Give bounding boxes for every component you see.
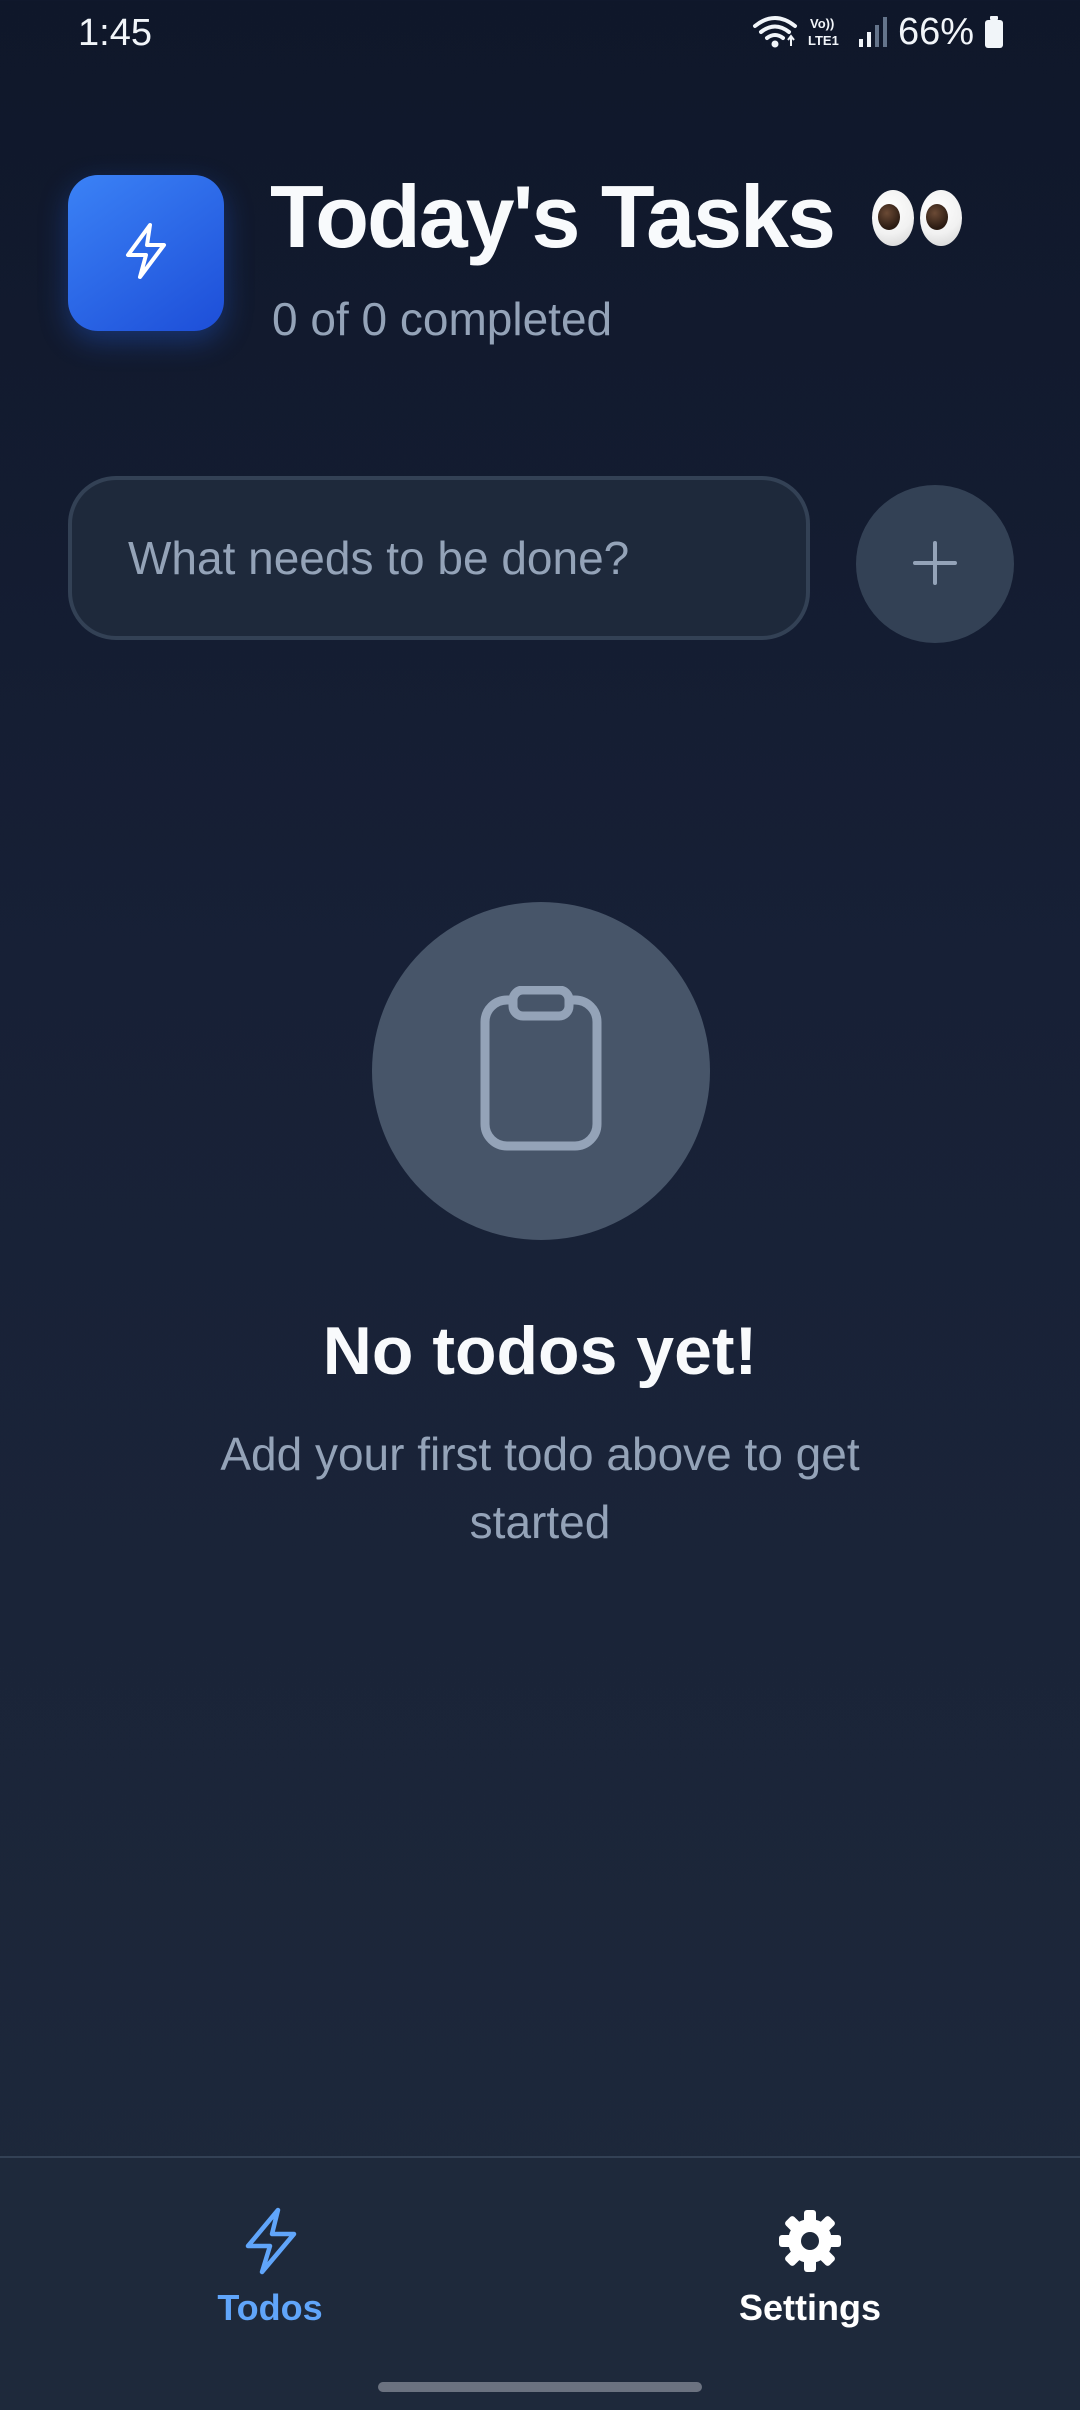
bottom-navigation: Todos Settings — [0, 2156, 1080, 2410]
page-title-text: Today's Tasks — [270, 167, 836, 266]
empty-state-title: No todos yet! — [322, 1313, 758, 1389]
svg-text:LTE1: LTE1 — [808, 33, 839, 48]
status-time: 1:45 — [78, 12, 152, 54]
wifi-icon — [752, 14, 798, 50]
nav-tab-todos[interactable]: Todos — [140, 2206, 400, 2329]
home-indicator[interactable] — [378, 2382, 702, 2392]
volte-icon: Vo)) LTE1 — [808, 14, 848, 50]
add-todo-button[interactable] — [856, 485, 1014, 643]
right-eye — [920, 189, 963, 246]
status-icons: Vo)) LTE1 66% — [752, 10, 1004, 53]
left-eye — [872, 189, 915, 246]
eyes-emoji-icon — [872, 189, 963, 246]
progress-text: 0 of 0 completed — [272, 293, 613, 345]
gear-icon — [775, 2206, 845, 2281]
battery-icon — [984, 15, 1004, 49]
clipboard-icon — [479, 985, 603, 1157]
plus-icon — [911, 539, 959, 590]
empty-state-illustration — [372, 902, 710, 1240]
lightning-bolt-icon — [120, 221, 172, 286]
nav-tab-settings-label: Settings — [738, 2287, 881, 2328]
todo-input[interactable] — [72, 480, 806, 636]
lightning-bolt-icon — [240, 2206, 300, 2281]
svg-text:Vo)): Vo)) — [810, 16, 834, 31]
app-logo — [68, 175, 224, 331]
page-title: Today's Tasks — [270, 166, 963, 268]
battery-percent: 66% — [897, 10, 974, 53]
signal-icon — [858, 15, 888, 49]
nav-tab-todos-label: Todos — [217, 2287, 323, 2328]
status-bar: 1:45 Vo)) LTE1 66% — [0, 0, 1080, 64]
nav-tab-settings[interactable]: Settings — [680, 2206, 940, 2329]
empty-state-subtitle: Add your first todo above to get started — [220, 1428, 860, 1548]
todo-input-container — [68, 476, 810, 640]
